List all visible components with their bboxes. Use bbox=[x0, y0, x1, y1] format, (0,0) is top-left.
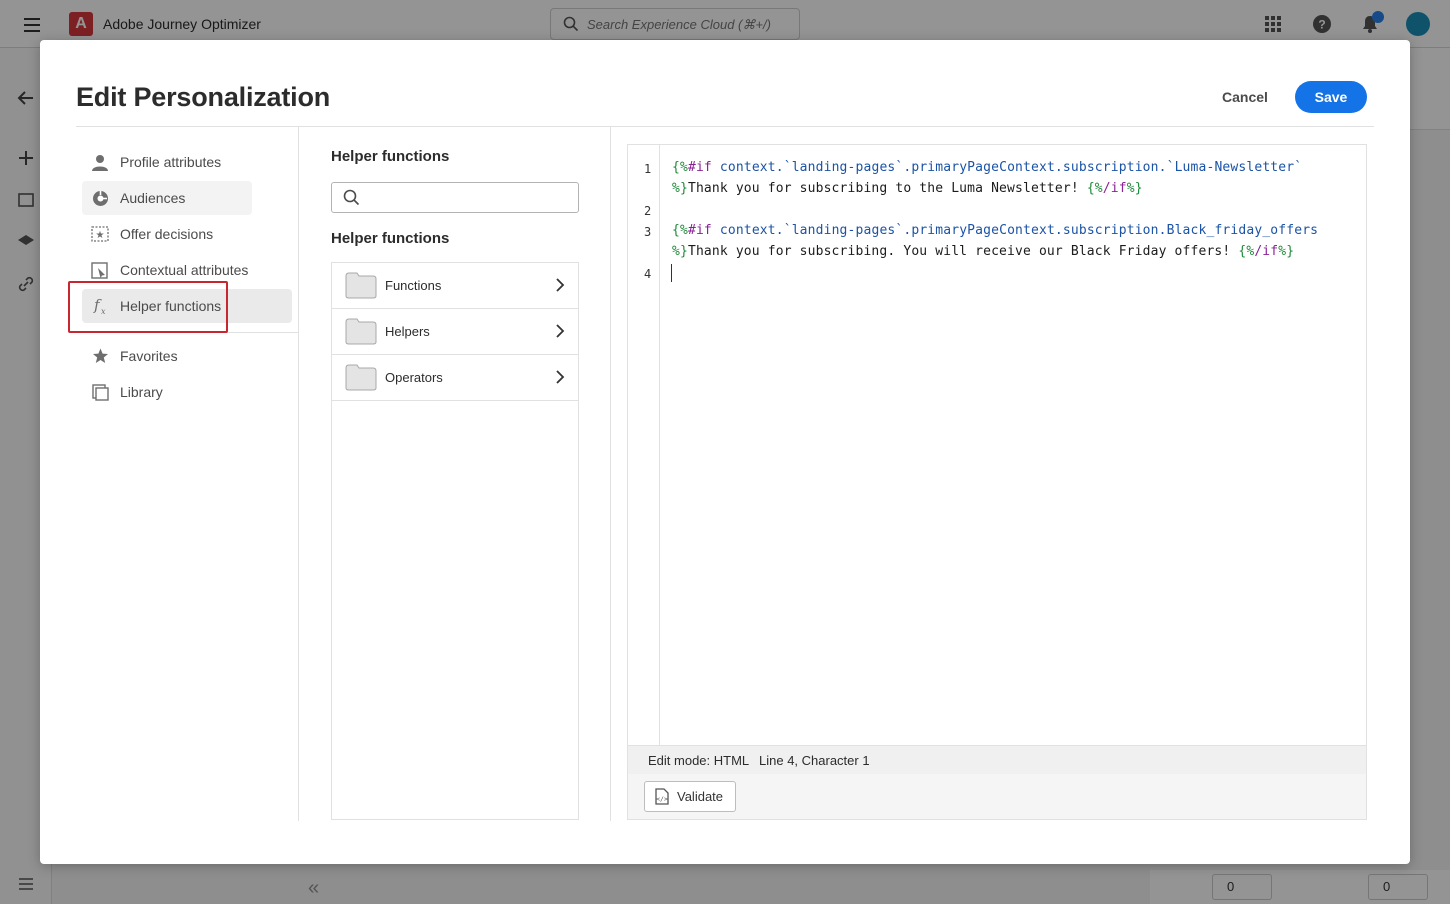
nav-item-offer-decisions[interactable]: ★ Offer decisions bbox=[82, 217, 252, 251]
nav-label: Contextual attributes bbox=[120, 262, 249, 278]
line-number: 3 bbox=[644, 225, 652, 239]
validate-label: Validate bbox=[677, 789, 724, 804]
dialog-title: Edit Personalization bbox=[76, 82, 331, 112]
category-nav: Profile attributes Audiences ★ Offer dec… bbox=[76, 127, 319, 898]
list-item-helpers[interactable]: Helpers bbox=[332, 309, 578, 355]
cancel-button[interactable]: Cancel bbox=[1210, 81, 1280, 113]
cursor-position-status: Line 4, Character 1 bbox=[759, 753, 870, 768]
collapse-panel-icon[interactable]: « bbox=[308, 878, 328, 898]
nav-item-audiences[interactable]: Audiences bbox=[82, 181, 252, 215]
list-item-functions[interactable]: Functions bbox=[332, 263, 578, 309]
helper-functions-panel: Helper functions Helper functions Functi… bbox=[331, 127, 611, 821]
nav-item-favorites[interactable]: Favorites bbox=[82, 339, 252, 373]
edit-personalization-dialog: Edit Personalization Cancel Save Profile… bbox=[40, 40, 1410, 898]
search-icon bbox=[343, 189, 360, 206]
list-heading: Helper functions bbox=[331, 230, 450, 247]
code-line: {%#if context.`landing-pages`.primaryPag… bbox=[672, 223, 1319, 238]
nav-label: Audiences bbox=[120, 190, 186, 206]
line-number: 4 bbox=[644, 267, 652, 281]
folder-icon bbox=[345, 272, 377, 299]
nav-label: Favorites bbox=[120, 348, 178, 364]
nav-label: Profile attributes bbox=[120, 154, 222, 170]
validate-button[interactable]: </> Validate bbox=[644, 781, 736, 812]
library-icon bbox=[90, 382, 110, 402]
list-item-label: Operators bbox=[385, 370, 443, 385]
nav-item-profile-attributes[interactable]: Profile attributes bbox=[82, 145, 252, 179]
helper-category-list: Functions Helpers Operators bbox=[331, 262, 579, 820]
nav-label: Offer decisions bbox=[120, 226, 214, 242]
helper-search-box[interactable] bbox=[331, 182, 579, 213]
folder-icon bbox=[345, 364, 377, 391]
line-number: 2 bbox=[644, 204, 652, 218]
code-editor[interactable]: 1 2 3 4 {%#if context.`landing-pages`.pr… bbox=[627, 144, 1367, 820]
save-button[interactable]: Save bbox=[1295, 81, 1367, 113]
highlight-annotation bbox=[68, 281, 228, 333]
folder-icon bbox=[345, 318, 377, 345]
code-line: %}Thank you for subscribing. You will re… bbox=[672, 244, 1295, 259]
text-cursor bbox=[671, 264, 672, 282]
code-line: %}Thank you for subscribing to the Luma … bbox=[672, 181, 1143, 196]
svg-text:</>: </> bbox=[656, 795, 668, 803]
editor-footer: </> Validate bbox=[628, 774, 1366, 819]
list-item-label: Functions bbox=[385, 278, 442, 293]
chevron-right-icon bbox=[556, 370, 565, 384]
offer-icon: ★ bbox=[90, 224, 110, 244]
list-item-label: Helpers bbox=[385, 324, 430, 339]
code-line: {%#if context.`landing-pages`.primaryPag… bbox=[672, 160, 1303, 175]
chevron-right-icon bbox=[556, 278, 565, 292]
nav-label: Library bbox=[120, 384, 163, 400]
star-icon bbox=[90, 346, 110, 366]
audiences-icon bbox=[90, 188, 110, 208]
editor-status-bar: Edit mode: HTML Line 4, Character 1 bbox=[628, 745, 1366, 774]
validate-code-icon: </> bbox=[655, 788, 669, 805]
nav-item-library[interactable]: Library bbox=[82, 375, 252, 409]
line-number-gutter: 1 2 3 4 bbox=[628, 145, 660, 745]
edit-mode-status: Edit mode: HTML bbox=[648, 753, 750, 768]
panel-heading: Helper functions bbox=[331, 148, 450, 165]
chevron-right-icon bbox=[556, 324, 565, 338]
contextual-icon bbox=[90, 260, 110, 280]
list-item-operators[interactable]: Operators bbox=[332, 355, 578, 401]
svg-text:★: ★ bbox=[96, 230, 105, 241]
person-icon bbox=[90, 152, 110, 172]
line-number: 1 bbox=[644, 162, 652, 176]
